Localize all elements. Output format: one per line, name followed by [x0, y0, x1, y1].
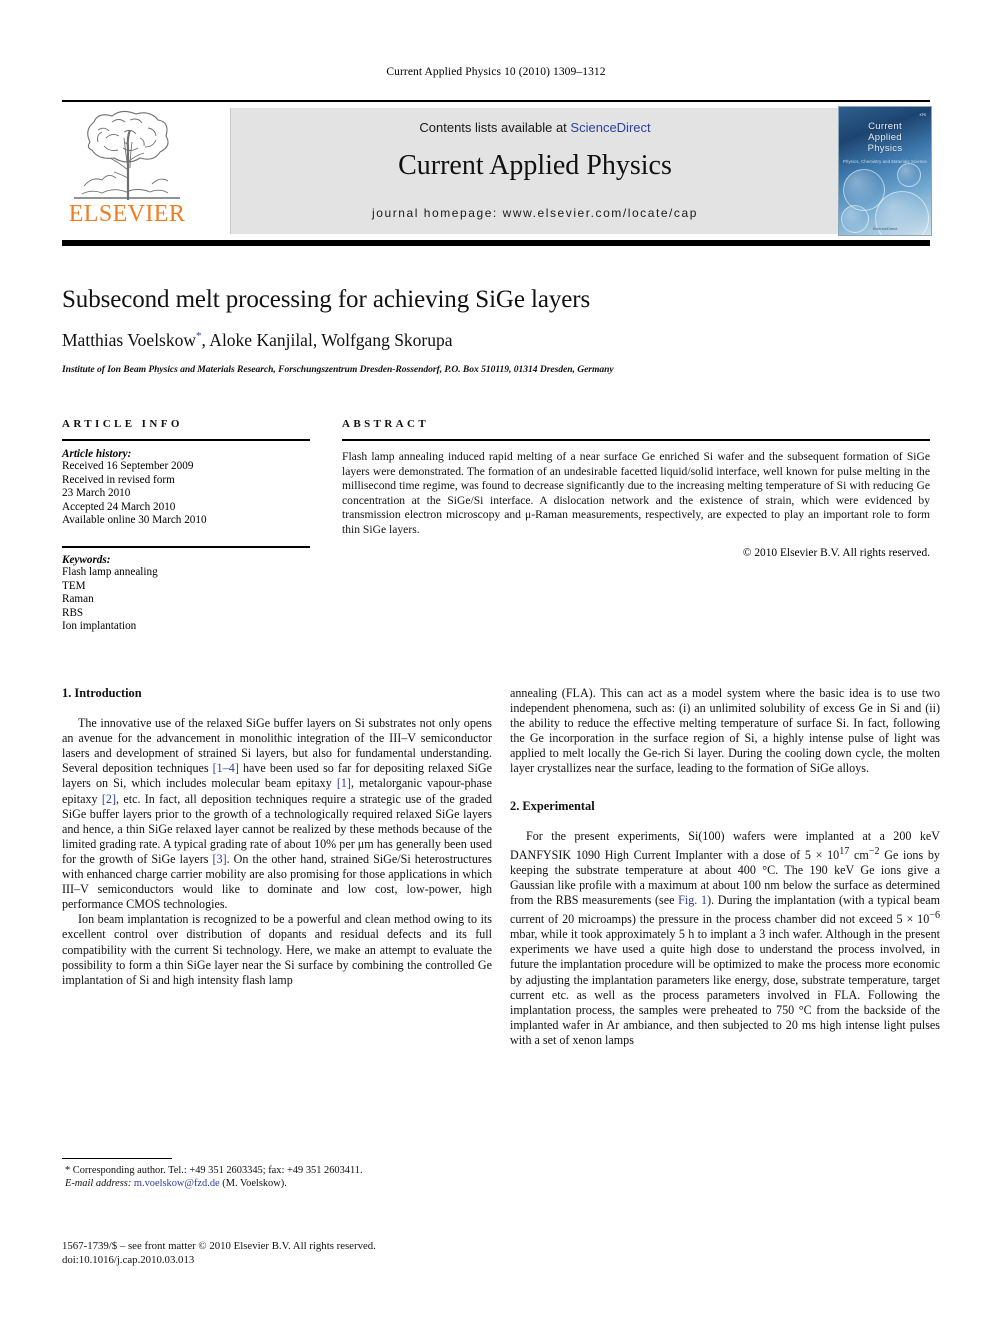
- sciencedirect-link[interactable]: ScienceDirect: [570, 120, 650, 135]
- journal-title: Current Applied Physics: [398, 150, 672, 181]
- keywords-label: Keywords:: [62, 553, 111, 566]
- affiliation: Institute of Ion Beam Physics and Materi…: [62, 364, 614, 375]
- section-heading-experimental: 2. Experimental: [510, 798, 595, 813]
- figure-ref[interactable]: Fig. 1: [678, 893, 707, 907]
- doi-line: doi:10.1016/j.cap.2010.03.013: [62, 1253, 195, 1266]
- cover-society-badge: KPS: [920, 112, 926, 119]
- citation-ref[interactable]: [1–4]: [213, 761, 239, 775]
- running-head: Current Applied Physics 10 (2010) 1309–1…: [386, 66, 606, 78]
- article-history-label: Article history:: [62, 448, 132, 460]
- cover-subtitle: Physics, Chemistry and Materials Science: [843, 159, 927, 164]
- journal-masthead: ELSEVIER Contents lists available at Sci…: [62, 100, 932, 246]
- keyword-item: Raman: [62, 593, 94, 606]
- page-title: Subsecond melt processing for achieving …: [62, 286, 591, 313]
- superscript-exponent: −6: [929, 910, 940, 922]
- body-column-left: 1. Introduction The innovative use of th…: [62, 686, 492, 988]
- keyword-item: TEM: [62, 579, 86, 592]
- article-history-item: Received 16 September 2009: [62, 460, 194, 472]
- masthead-bottom-rule: [62, 240, 930, 246]
- email-label: E-mail address:: [65, 1178, 132, 1190]
- abstract-text: Flash lamp annealing induced rapid melti…: [342, 450, 930, 536]
- elsevier-wordmark: ELSEVIER: [68, 201, 186, 227]
- cover-title-line3: Physics: [867, 143, 903, 154]
- citation-ref[interactable]: [1]: [337, 776, 351, 790]
- email-owner: (M. Voelskow).: [222, 1178, 287, 1190]
- copyright-line: © 2010 Elsevier B.V. All rights reserved…: [742, 546, 930, 559]
- journal-banner: Contents lists available at ScienceDirec…: [230, 108, 840, 234]
- article-history-item: 23 March 2010: [62, 487, 131, 500]
- author-list: Matthias Voelskow*, Aloke Kanjilal, Wolf…: [62, 330, 862, 351]
- text-run: mbar, while it took approximately 5 h to…: [510, 927, 940, 1047]
- article-info-block: ARTICLE INFO Article history: Received 1…: [62, 418, 310, 634]
- issn-copyright-line: 1567-1739/$ – see front matter © 2010 El…: [62, 1240, 376, 1252]
- imprint-block: 1567-1739/$ – see front matter © 2010 El…: [62, 1240, 522, 1267]
- keyword-item: RBS: [62, 606, 84, 619]
- keywords-block: Keywords: Flash lamp annealing TEM Raman…: [62, 545, 310, 634]
- article-history-item: Available online 30 March 2010: [62, 514, 207, 527]
- email-link[interactable]: m.voelskow@fzd.de: [134, 1178, 220, 1189]
- cover-footer: ScienceDirect: [872, 226, 898, 231]
- section-heading-introduction: 1. Introduction: [62, 686, 142, 700]
- cover-title-line1: Current: [868, 121, 902, 132]
- body-column-right: annealing (FLA). This can act as a model…: [510, 686, 940, 1048]
- article-info-heading: ARTICLE INFO: [62, 418, 183, 430]
- elsevier-tree-icon: [62, 108, 192, 204]
- text-run: cm: [849, 847, 869, 862]
- cover-bubble: [897, 163, 921, 187]
- citation-ref[interactable]: [2]: [102, 792, 116, 806]
- abstract-heading: ABSTRACT: [342, 418, 430, 430]
- abstract-block: ABSTRACT Flash lamp annealing induced ra…: [342, 418, 930, 559]
- journal-homepage-link[interactable]: journal homepage: www.elsevier.com/locat…: [231, 206, 839, 220]
- paragraph-experimental-1: For the present experiments, Si(100) waf…: [510, 829, 940, 1048]
- article-history-item: Accepted 24 March 2010: [62, 500, 176, 513]
- article-history-item: Received in revised form: [62, 473, 175, 486]
- masthead-top-rule: [62, 100, 930, 102]
- corresponding-author-note: * Corresponding author. Tel.: +49 351 26…: [65, 1165, 363, 1176]
- article-info-rule: [62, 439, 310, 441]
- author-others: , Aloke Kanjilal, Wolfgang Skorupa: [201, 330, 453, 350]
- keyword-item: Flash lamp annealing: [62, 565, 158, 578]
- contents-lists-label: Contents lists available at: [419, 120, 567, 135]
- paragraph-intro-2: Ion beam implantation is recognized to b…: [62, 912, 492, 987]
- superscript-exponent: 17: [839, 845, 850, 857]
- contents-lists-line: Contents lists available at ScienceDirec…: [231, 120, 839, 135]
- email-note: E-mail address: m.voelskow@fzd.de (M. Vo…: [62, 1177, 492, 1190]
- citation-ref[interactable]: [3]: [213, 852, 227, 866]
- journal-article-page: Current Applied Physics 10 (2010) 1309–1…: [0, 0, 992, 1323]
- superscript-exponent: −2: [868, 845, 880, 857]
- paragraph-intro-1: The innovative use of the relaxed SiGe b…: [62, 716, 492, 912]
- author-corresponding: Matthias Voelskow: [62, 330, 197, 350]
- keywords-rule: [62, 545, 310, 548]
- footnote-rule: [62, 1158, 172, 1159]
- cover-badge-text: KPS: [919, 113, 926, 117]
- cover-title: Current Applied Physics: [839, 121, 931, 154]
- cover-title-line2: Applied: [868, 132, 902, 143]
- journal-cover-thumbnail: KPS Current Applied Physics Physics, Che…: [838, 106, 932, 236]
- elsevier-logo: ELSEVIER: [62, 108, 192, 234]
- paragraph-intro-2-continued: annealing (FLA). This can act as a model…: [510, 686, 940, 776]
- abstract-rule: [342, 439, 930, 441]
- footnote-block: * Corresponding author. Tel.: +49 351 26…: [62, 1158, 492, 1191]
- keyword-item: Ion implantation: [62, 620, 137, 633]
